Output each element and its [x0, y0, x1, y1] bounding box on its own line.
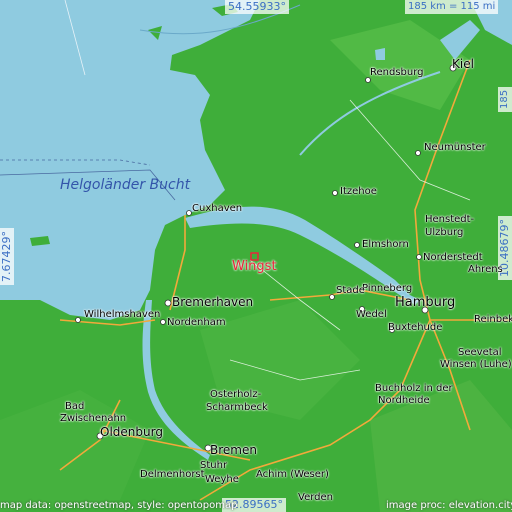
attribution-left: map data: openstreetmap, style: opentopo…: [0, 500, 238, 511]
place-pinneberg: Pinneberg: [362, 283, 413, 294]
place-winsen: Winsen (Luhe): [440, 359, 512, 370]
place-verden: Verden: [298, 492, 333, 503]
place-hamburg: Hamburg: [395, 295, 456, 310]
place-zwischenahn: Zwischenahn: [60, 413, 127, 424]
place-seevetal: Seevetal: [458, 347, 502, 358]
place-wilhelmshaven: Wilhelmshaven: [84, 309, 161, 320]
place-weyhe: Weyhe: [205, 474, 239, 485]
place-ulzburg: Ulzburg: [425, 227, 464, 238]
place-henstedt: Henstedt-: [425, 214, 475, 225]
place-elmshorn: Elmshorn: [362, 239, 409, 250]
place-buchholz: Buchholz in der: [375, 383, 453, 394]
place-rendsburg: Rendsburg: [370, 67, 424, 78]
place-nordenham: Nordenham: [167, 317, 226, 328]
place-buxtehude: Buxtehude: [388, 322, 443, 333]
place-wedel: Wedel: [356, 309, 387, 320]
left-longitude-label: 7.67429°: [0, 228, 14, 285]
sea-label: Helgoländer Bucht: [60, 177, 191, 193]
place-achim: Achim (Weser): [256, 469, 329, 480]
place-neumuenster: Neumünster: [424, 142, 486, 153]
place-osterholz: Osterholz-: [210, 389, 262, 400]
place-bad: Bad: [65, 401, 85, 412]
place-ahrensburg: Ahrens: [468, 264, 503, 275]
place-bremen: Bremen: [210, 443, 257, 457]
place-norderstedt: Norderstedt: [423, 252, 483, 263]
place-oldenburg: Oldenburg: [100, 425, 163, 439]
place-delmenhorst: Delmenhorst: [140, 469, 205, 480]
place-nordheide: Nordheide: [378, 395, 430, 406]
place-reinbek: Reinbek: [474, 314, 512, 325]
place-stade: Stade: [336, 285, 365, 296]
place-cuxhaven: Cuxhaven: [192, 203, 243, 214]
scale-horizontal-label: 185 km = 115 mi: [405, 0, 499, 14]
place-bremerhaven: Bremerhaven: [172, 295, 254, 309]
scale-vertical-label: 185 km = 115 mi: [498, 86, 512, 112]
attribution-right: image proc: elevation.city: [386, 500, 512, 511]
top-latitude-label: 54.55933°: [225, 0, 289, 14]
place-itzehoe: Itzehoe: [340, 186, 377, 197]
place-scharmbeck: Scharmbeck: [206, 402, 268, 413]
place-kiel: Kiel: [452, 57, 474, 71]
highlight-place-label[interactable]: Wingst: [232, 260, 277, 273]
